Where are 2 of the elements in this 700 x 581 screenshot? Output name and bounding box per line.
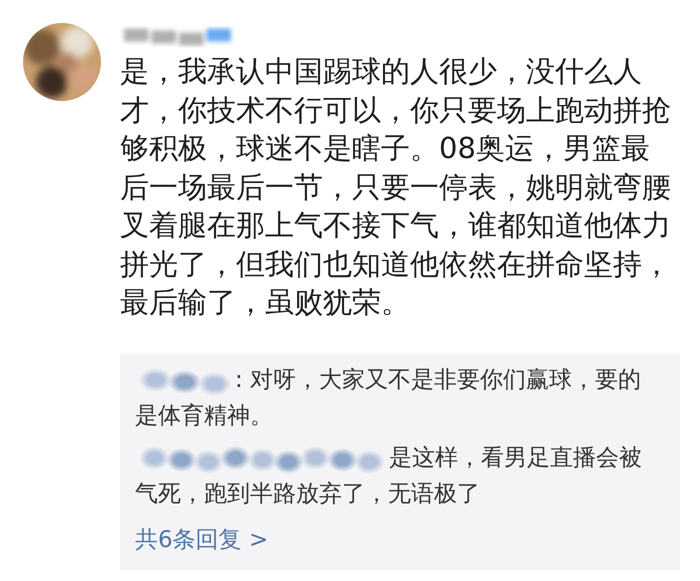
more-replies-link[interactable]: 共6条回复 > (135, 522, 268, 558)
comment-text: 是，我承认中国踢球的人很少，没什么人才，你技术不行可以，你只要场上跑动拼抢够积极，球迷不是瞎子。08奥运，男篮最后一场最后一节，只要一停表，姚明就弯腰叉着腿在那上气不接下气，谁都知道他体力拼光了，但我们也知道他依然在拼命坚持，最后输了，虽败犹荣。 (120, 53, 672, 321)
